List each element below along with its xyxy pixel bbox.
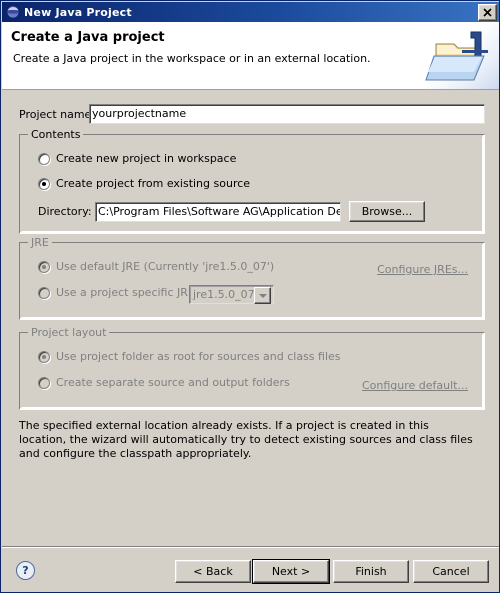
page-description: Create a Java project in the workspace o… (13, 52, 371, 65)
title-bar: New Java Project (2, 2, 499, 22)
radio-use-specific-jre: Use a project specific JRE: (38, 286, 199, 299)
directory-input[interactable]: C:\Program Files\Software AG\Application… (95, 201, 341, 222)
page-title: Create a Java project (11, 30, 165, 45)
directory-label: Directory: (38, 205, 92, 218)
contents-group: Contents Create new project in workspace… (19, 128, 485, 234)
dialog-body: Project name: yourprojectname Contents C… (2, 90, 499, 546)
radio-label: Use default JRE (Currently 'jre1.5.0_07'… (56, 260, 275, 273)
java-globe-icon (6, 5, 20, 19)
radio-indicator (38, 177, 50, 190)
configure-jres-link: Configure JREs... (377, 263, 468, 276)
radio-label: Create project from existing source (56, 177, 251, 190)
jre-version-dropdown: jre1.5.0_07 (189, 285, 274, 304)
directory-row: Directory: C:\Program Files\Software AG\… (38, 201, 468, 222)
radio-create-new-workspace[interactable]: Create new project in workspace (38, 152, 236, 165)
chevron-down-icon (254, 287, 271, 304)
finish-button[interactable]: Finish (333, 560, 409, 583)
status-message: The specified external location already … (19, 419, 473, 460)
radio-label: Use a project specific JRE: (56, 286, 199, 299)
radio-indicator (38, 376, 50, 389)
configure-default-link: Configure default... (361, 379, 468, 392)
project-layout-group: Project layout Use project folder as roo… (19, 326, 485, 410)
radio-label: Use project folder as root for sources a… (56, 350, 341, 363)
radio-indicator (38, 286, 50, 299)
radio-label: Create separate source and output folder… (56, 376, 290, 389)
jre-group-label: JRE (28, 236, 52, 249)
radio-use-default-jre: Use default JRE (Currently 'jre1.5.0_07'… (38, 260, 274, 273)
back-button[interactable]: < Back (175, 560, 251, 583)
radio-separate-folders: Create separate source and output folder… (38, 376, 290, 389)
jre-group: JRE Use default JRE (Currently 'jre1.5.0… (19, 236, 485, 320)
cancel-button[interactable]: Cancel (413, 560, 489, 583)
radio-indicator (38, 350, 50, 363)
java-project-folder-icon (424, 22, 499, 89)
dialog-footer: ? < Back Next > Finish Cancel (2, 546, 499, 592)
radio-project-folder-root: Use project folder as root for sources a… (38, 350, 341, 363)
radio-create-from-existing[interactable]: Create project from existing source (38, 177, 250, 190)
radio-label: Create new project in workspace (56, 152, 237, 165)
project-layout-group-label: Project layout (28, 326, 110, 339)
radio-indicator (38, 260, 50, 273)
contents-group-label: Contents (28, 128, 84, 141)
browse-button[interactable]: Browse... (349, 201, 425, 222)
window-title: New Java Project (24, 5, 132, 19)
jre-version-value: jre1.5.0_07 (193, 288, 255, 301)
close-icon[interactable] (478, 3, 497, 21)
wizard-header: Create a Java project Create a Java proj… (2, 22, 499, 90)
project-name-input[interactable]: yourprojectname (89, 104, 485, 124)
new-java-project-dialog: New Java Project Create a Java project C… (0, 0, 500, 593)
radio-indicator (38, 152, 50, 165)
project-name-label: Project name: (19, 107, 96, 121)
help-question-icon[interactable]: ? (16, 561, 35, 580)
next-button[interactable]: Next > (252, 559, 330, 584)
project-name-row: Project name: yourprojectname (19, 104, 485, 124)
